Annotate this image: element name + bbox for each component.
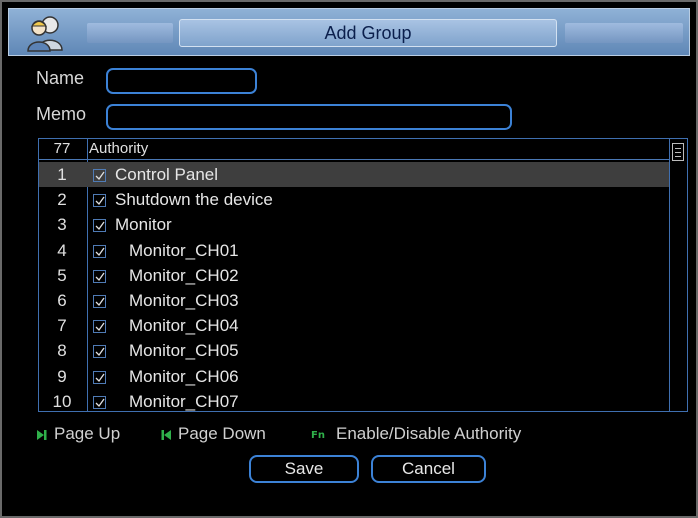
enable-disable-label: Enable/Disable Authority <box>336 424 522 443</box>
authority-checkbox[interactable] <box>93 244 106 258</box>
next-page-icon <box>36 428 48 446</box>
title-bar-decoration <box>87 23 173 43</box>
authority-checkbox[interactable] <box>93 194 106 208</box>
row-number: 2 <box>57 190 67 210</box>
row-number: 1 <box>57 165 67 184</box>
table-row[interactable]: 1 Control Panel <box>39 162 669 187</box>
authority-label: Monitor_CH04 <box>129 316 239 336</box>
page-up-label: Page Up <box>54 424 121 443</box>
scrollbar[interactable] <box>669 139 687 411</box>
memo-label: Memo <box>36 104 87 124</box>
authority-checkbox[interactable] <box>93 295 106 308</box>
add-group-window: Add Group Name Memo 77 Authority 1 Contro… <box>0 0 698 518</box>
title-bar-decoration <box>565 23 683 43</box>
page-down-label: Page Down <box>178 424 266 443</box>
authority-count: 77 <box>53 140 71 157</box>
prev-page-icon <box>160 428 172 446</box>
save-button[interactable]: Save <box>249 455 359 483</box>
row-number: 8 <box>57 341 67 361</box>
table-row[interactable]: 9 Monitor_CH06 <box>39 364 669 389</box>
row-number: 4 <box>57 240 67 260</box>
scroll-thumb[interactable] <box>672 143 684 161</box>
title-bar: Add Group <box>8 8 690 56</box>
authority-label: Monitor_CH03 <box>129 291 239 310</box>
row-number: 6 <box>57 291 67 310</box>
authority-label: Control Panel <box>115 165 219 184</box>
authority-label: Monitor_CH05 <box>129 341 239 361</box>
authority-checkbox[interactable] <box>93 169 106 182</box>
authority-label: Monitor <box>115 215 172 235</box>
authority-checkbox[interactable] <box>93 269 106 283</box>
row-number: 9 <box>57 366 67 386</box>
window-title: Add Group <box>179 19 557 47</box>
authority-label: Monitor_CH06 <box>129 366 239 386</box>
authority-checkbox[interactable] <box>93 219 106 233</box>
table-row[interactable]: 5 Monitor_CH02 <box>39 263 669 288</box>
table-row[interactable]: 4 Monitor_CH01 <box>39 238 669 263</box>
authority-checkbox[interactable] <box>93 395 106 409</box>
row-number: 10 <box>52 391 72 411</box>
table-row[interactable]: 7 Monitor_CH04 <box>39 313 669 338</box>
authority-checkbox[interactable] <box>93 320 106 334</box>
users-icon <box>25 14 67 52</box>
row-number: 3 <box>57 215 67 235</box>
table-row[interactable]: 6 Monitor_CH03 <box>39 288 669 313</box>
name-label: Name <box>36 68 85 88</box>
authority-checkbox[interactable] <box>93 345 106 359</box>
row-number: 7 <box>57 316 67 336</box>
table-header: 77 Authority <box>39 139 669 160</box>
name-field[interactable] <box>106 68 257 94</box>
table-row[interactable]: 10 Monitor_CH07 <box>39 389 669 411</box>
memo-field[interactable] <box>106 104 512 130</box>
authority-label: Monitor_CH07 <box>129 391 239 411</box>
authority-column-header: Authority <box>89 140 149 157</box>
authority-label: Monitor_CH01 <box>129 240 239 260</box>
row-number: 5 <box>57 265 67 285</box>
cancel-button[interactable]: Cancel <box>371 455 486 483</box>
authority-checkbox[interactable] <box>93 370 106 384</box>
authority-label: Monitor_CH02 <box>129 265 239 285</box>
table-row[interactable]: 8 Monitor_CH05 <box>39 338 669 363</box>
authority-table: 77 Authority 1 Control Panel 2 Shutdown the… <box>38 138 688 412</box>
authority-label: Shutdown the device <box>115 190 273 210</box>
table-row[interactable]: 3 Monitor <box>39 212 669 237</box>
fn-key-icon: Fn <box>311 430 325 441</box>
table-row[interactable]: 2 Shutdown the device <box>39 187 669 212</box>
